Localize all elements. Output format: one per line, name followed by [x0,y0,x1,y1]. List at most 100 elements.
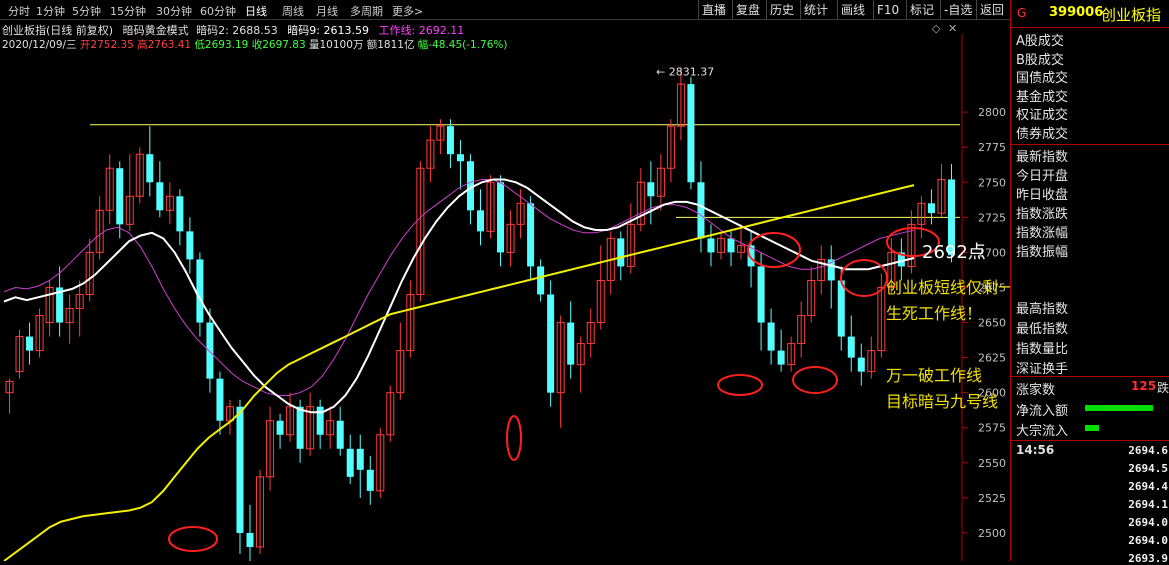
anno-line2: 生死工作线！ [886,304,983,323]
candle-body-61 [617,238,625,267]
ma-purple-line [3,179,915,396]
candle-body-49 [497,182,505,253]
flow-bar-2 [1085,425,1099,431]
btn-6[interactable]: 标记 [906,0,937,20]
candle-body-70 [707,238,715,253]
menu-item-0[interactable]: A股成交 [1016,30,1064,49]
candle-body-72 [727,238,735,253]
tab-6[interactable]: 日线 [245,3,267,19]
candle-body-44 [446,126,454,155]
candle-body-47 [476,210,485,232]
menu-item-3[interactable]: 基金成交 [1016,86,1068,105]
tab-1[interactable]: 1分钟 [36,3,65,19]
menu-item-1[interactable]: B股成交 [1016,49,1064,68]
marker-ellipse-5 [717,374,763,396]
index-name: 创业板指 [1101,6,1162,24]
ma-white-line [3,178,915,414]
btn-1[interactable]: 复盘 [732,0,763,20]
btn-5[interactable]: F10 [873,0,902,20]
tick-price-6: 2693.9 [1128,552,1168,565]
candle-body-92 [927,203,935,214]
stat-label-5: 指数振幅 [1016,245,1069,260]
btn-4[interactable]: 画线 [837,0,868,20]
stat2-label-0: 最高指数 [1016,302,1069,317]
tab-10[interactable]: 更多> [392,3,423,19]
tick-price-5: 2694.0 [1128,534,1168,547]
tick-price-2: 2694.4 [1128,480,1168,493]
tick-price-3: 2694.1 [1128,498,1168,511]
menu-item-2[interactable]: 国债成交 [1016,67,1068,86]
tab-7[interactable]: 周线 [282,3,304,19]
rise-suffix: 跌 [1157,381,1169,395]
stat-label-4: 指数涨幅 [1016,226,1069,241]
candle-body-29 [296,406,304,449]
y-tick-label-9: 2725 [978,211,1006,224]
btn-0[interactable]: 直播 [698,0,729,20]
panel-header: G 399006 创业板指 [1011,0,1169,28]
candle-body-54 [547,294,555,393]
y-tick-label-3: 2575 [978,422,1006,435]
tab-5[interactable]: 60分钟 [200,3,236,19]
btn-3[interactable]: 统计 [800,0,831,20]
candle-body-14 [146,154,154,183]
tick-divider [1011,440,1169,441]
flow-label-2: 大宗流入 [1016,424,1069,439]
candle-body-35 [356,448,364,470]
candle-body-69 [697,182,705,239]
flow-label-1: 净流入额 [1016,404,1069,419]
candle-body-17 [176,196,184,232]
ma-yellow-line [3,184,915,561]
btn-8[interactable]: 返回 [976,0,1007,20]
candle-body-15 [156,182,164,211]
stat-label-0: 最新指数 [1016,150,1069,165]
candle-body-21 [216,378,224,421]
tab-9[interactable]: 多周期 [350,3,383,19]
candle-body-34 [346,448,354,477]
quote-panel: G 399006 创业板指 A股成交 B股成交 国债成交 基金成交 权证成交 债券成交 最… [1010,0,1169,561]
btn-2[interactable]: 历史 [766,0,797,20]
y-tick-label-11: 2775 [978,141,1006,154]
candle-body-68 [687,84,695,183]
g-badge: G [1017,6,1027,20]
high-label: ← 2831.37 [656,66,714,79]
tab-3[interactable]: 15分钟 [110,3,146,19]
candle-body-31 [316,406,324,435]
rise-value: 125 [1131,379,1157,393]
stats-divider [1011,144,1169,145]
rise-label: 涨家数 [1016,383,1056,398]
tab-8[interactable]: 月线 [316,3,338,19]
y-tick-label-0: 2500 [978,527,1006,540]
marker-ellipse-3 [840,259,888,297]
anno-point: 2692点 [922,242,986,263]
menu-item-4[interactable]: 权证成交 [1016,104,1068,123]
btn-7[interactable]: -自选 [940,0,975,20]
tab-0[interactable]: 分时 [8,3,30,19]
y-tick-label-6: 2650 [978,317,1006,330]
candle-body-27 [276,420,284,435]
candle-body-75 [757,266,765,323]
stat2-label-2: 指数量比 [1016,342,1069,357]
marker-ellipse-1 [506,415,522,461]
y-tick-label-5: 2625 [978,352,1006,365]
tab-4[interactable]: 30分钟 [156,3,192,19]
candle-body-11 [116,168,124,225]
kline-chart[interactable]: 2500252525502575260026252650267527002725… [0,34,1010,561]
tick-price-4: 2694.0 [1128,516,1168,529]
tick-time: 14:56 [1016,443,1055,457]
candle-body-83 [837,280,845,337]
candle-body-2 [26,336,34,351]
stat-label-1: 今日开盘 [1016,169,1069,184]
candle-body-23 [236,406,244,533]
stat2-label-3: 深证换手 [1016,362,1069,377]
y-tick-label-12: 2800 [978,106,1006,119]
candle-body-77 [777,350,785,365]
candle-body-84 [847,336,855,358]
menu-item-5[interactable]: 债券成交 [1016,123,1068,142]
candle-body-24 [246,532,254,547]
candle-body-36 [366,469,374,491]
y-tick-label-2: 2550 [978,457,1006,470]
candle-body-52 [527,203,535,267]
index-code: 399006 [1049,5,1104,20]
stat-label-3: 指数涨跌 [1016,207,1069,222]
tab-2[interactable]: 5分钟 [72,3,101,19]
